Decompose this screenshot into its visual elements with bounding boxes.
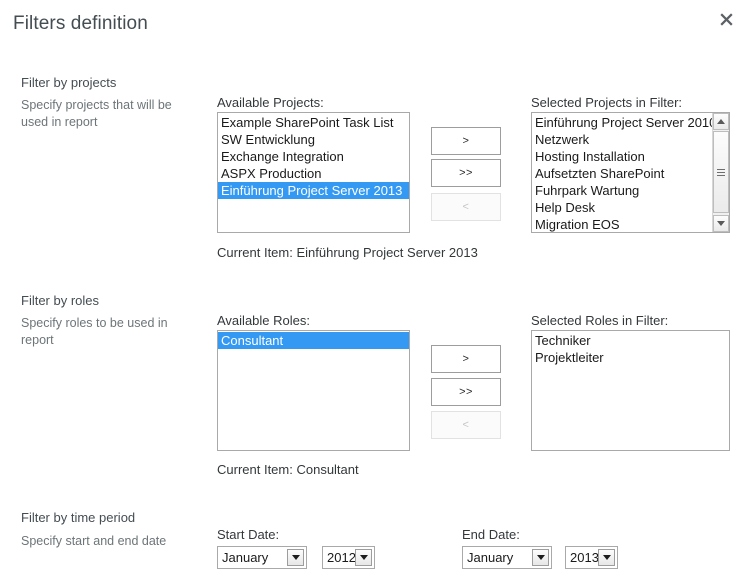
- filters-definition-dialog: Filters definition Filter by projects Sp…: [0, 0, 746, 582]
- list-item[interactable]: Migration EOS: [532, 216, 714, 232]
- page-title: Filters definition: [13, 13, 148, 34]
- start-month-select[interactable]: January: [217, 546, 307, 569]
- projects-section-label: Filter by projects: [21, 75, 117, 90]
- list-item[interactable]: Aufsetzten SharePoint: [532, 165, 714, 182]
- remove-project-button[interactable]: <: [431, 193, 501, 221]
- list-item-selected[interactable]: Einführung Project Server 2013: [218, 182, 409, 199]
- list-item[interactable]: Hosting Installation: [532, 148, 714, 165]
- scroll-down-icon[interactable]: [713, 215, 729, 232]
- available-projects-label: Available Projects:: [217, 95, 324, 110]
- end-year-value: 2013: [570, 550, 598, 565]
- chevron-down-icon[interactable]: [355, 549, 372, 566]
- list-item[interactable]: Projektleiter: [532, 349, 729, 366]
- roles-current-item: Current Item: Consultant: [217, 462, 359, 477]
- selected-projects-list: Einführung Project Server 2010 Netzwerk …: [532, 113, 714, 232]
- list-item[interactable]: Fuhrpark Wartung: [532, 182, 714, 199]
- start-month-value: January: [222, 550, 269, 565]
- close-icon[interactable]: [715, 8, 737, 30]
- chevron-down-icon[interactable]: [598, 549, 615, 566]
- projects-section-description: Specify projects that will be used in re…: [21, 98, 172, 129]
- list-item[interactable]: ASPX Production: [218, 165, 409, 182]
- add-project-button[interactable]: >: [431, 127, 501, 155]
- available-roles-listbox[interactable]: Consultant: [217, 330, 410, 451]
- available-projects-listbox[interactable]: Example SharePoint Task List SW Entwickl…: [217, 112, 410, 233]
- roles-section-label: Filter by roles: [21, 293, 100, 308]
- start-year-select[interactable]: 2012: [322, 546, 375, 569]
- scrollbar-thumb[interactable]: [713, 131, 729, 213]
- selected-roles-label: Selected Roles in Filter:: [531, 313, 669, 328]
- end-date-label: End Date:: [462, 527, 520, 542]
- remove-role-button[interactable]: <: [431, 411, 501, 439]
- scroll-up-icon[interactable]: [713, 113, 729, 130]
- add-all-roles-button[interactable]: >>: [431, 378, 501, 406]
- selected-projects-listbox[interactable]: Einführung Project Server 2010 Netzwerk …: [531, 112, 730, 233]
- add-all-projects-button[interactable]: >>: [431, 159, 501, 187]
- time-period-section-label: Filter by time period: [21, 510, 136, 525]
- chevron-down-icon[interactable]: [532, 549, 549, 566]
- available-projects-list: Example SharePoint Task List SW Entwickl…: [218, 113, 409, 199]
- selected-roles-list: Techniker Projektleiter: [532, 331, 729, 366]
- list-item[interactable]: SW Entwicklung: [218, 131, 409, 148]
- list-item[interactable]: Exchange Integration: [218, 148, 409, 165]
- selected-projects-scrollbar[interactable]: [712, 113, 729, 232]
- selected-projects-label: Selected Projects in Filter:: [531, 95, 683, 110]
- add-role-button[interactable]: >: [431, 345, 501, 373]
- end-month-value: January: [467, 550, 514, 565]
- chevron-down-icon[interactable]: [287, 549, 304, 566]
- list-item[interactable]: Example SharePoint Task List: [218, 114, 409, 131]
- list-item[interactable]: Netzwerk: [532, 131, 714, 148]
- roles-section-description: Specify roles to be used in report: [21, 316, 168, 347]
- selected-roles-listbox[interactable]: Techniker Projektleiter: [531, 330, 730, 451]
- end-month-select[interactable]: January: [462, 546, 552, 569]
- list-item[interactable]: Techniker: [532, 332, 729, 349]
- available-roles-label: Available Roles:: [217, 313, 310, 328]
- start-date-label: Start Date:: [217, 527, 280, 542]
- list-item[interactable]: Einführung Project Server 2010: [532, 114, 714, 131]
- projects-current-item: Current Item: Einführung Project Server …: [217, 245, 478, 260]
- end-year-select[interactable]: 2013: [565, 546, 618, 569]
- list-item-selected[interactable]: Consultant: [218, 332, 409, 349]
- list-item[interactable]: Help Desk: [532, 199, 714, 216]
- available-roles-list: Consultant: [218, 331, 409, 349]
- time-period-section-description: Specify start and end date: [21, 534, 167, 548]
- start-year-value: 2012: [327, 550, 355, 565]
